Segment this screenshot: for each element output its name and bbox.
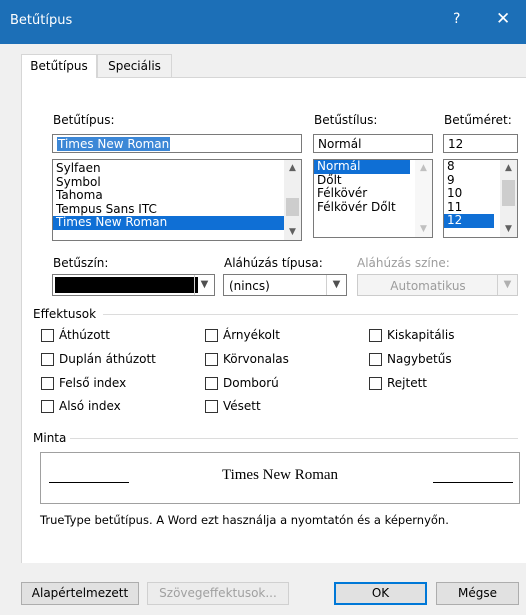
checkbox-label: Kiskapitális [387,328,455,342]
font-description: TrueType betűtípus. A Word ezt használja… [40,513,449,527]
chevron-down-icon[interactable]: ▼ [415,221,432,237]
font-scrollbar[interactable]: ▲ ▼ [284,160,301,240]
chevron-down-icon[interactable]: ▼ [326,275,346,295]
text-effects-button[interactable]: Szövegeffektusok... [147,582,289,605]
size-input-value: 12 [448,137,464,151]
checkbox-box[interactable] [41,377,54,390]
font-label: Betűtípus: [53,113,115,127]
underline-color-label: Aláhúzás színe: [357,256,450,270]
effects-group-title: Effektusok [33,307,97,321]
checkbox-label: Felső index [59,376,127,390]
list-item-selected[interactable]: 12 [444,214,494,228]
style-input[interactable]: Normál [313,134,433,153]
scroll-thumb[interactable] [502,180,515,206]
style-input-value: Normál [318,137,362,151]
list-item-selected[interactable]: Normál [314,160,410,174]
chevron-down-icon[interactable]: ▼ [284,224,301,240]
cancel-button[interactable]: Mégse [436,582,519,605]
checkbox-box[interactable] [41,353,54,366]
checkbox-label: Duplán áthúzott [59,352,156,366]
tab-font[interactable]: Betűtípus [21,54,97,78]
font-listbox[interactable]: Sylfaen Symbol Tahoma Tempus Sans ITC Ti… [52,159,302,241]
size-input[interactable]: 12 [443,134,518,153]
underline-style-label: Aláhúzás típusa: [224,256,323,270]
checkbox-box[interactable] [205,400,218,413]
size-label: Betűméret: [444,113,512,127]
underline-color-value: Automatikus [390,279,466,293]
style-listbox[interactable]: Normál Dőlt Félkövér Félkövér Dőlt ▲ ▼ [313,159,433,238]
chevron-down-icon[interactable]: ▼ [497,275,517,295]
font-input-value: Times New Roman [57,137,171,151]
preview-box: Times New Roman [40,452,520,504]
list-item[interactable]: Tahoma [53,189,301,203]
set-default-button[interactable]: Alapértelmezett [21,582,139,605]
chevron-up-icon[interactable]: ▲ [500,160,517,176]
checkbox-box[interactable] [205,329,218,342]
checkbox-box[interactable] [369,353,382,366]
font-color-swatch [55,277,198,293]
scroll-thumb[interactable] [286,198,299,216]
effects-divider [103,314,518,315]
checkbox-label: Körvonalas [223,352,289,366]
size-listbox[interactable]: 8 9 10 11 12 ▲ ▼ [443,159,518,238]
preview-group-title: Minta [33,431,67,445]
dialog-title: Betűtípus [10,13,73,28]
chevron-down-icon[interactable]: ▼ [194,275,214,295]
size-scrollbar[interactable]: ▲ ▼ [500,160,517,237]
checkbox-box[interactable] [41,329,54,342]
list-item[interactable]: Sylfaen [53,162,301,176]
help-button[interactable]: ? [453,11,460,27]
font-color-dropdown[interactable]: ▼ [52,274,215,296]
preview-baseline-right [433,482,513,483]
underline-style-value: (nincs) [229,279,270,293]
font-input[interactable]: Times New Roman [52,134,302,153]
dialog-footer: Alapértelmezett Szövegeffektusok... OK M… [0,563,526,615]
list-item-selected[interactable]: Times New Roman [53,216,284,230]
chevron-up-icon[interactable]: ▲ [415,160,432,176]
tab-advanced[interactable]: Speciális [97,54,172,77]
checkbox-label: Domború [223,376,279,390]
underline-color-dropdown[interactable]: Automatikus ▼ [357,274,518,296]
list-item[interactable]: Symbol [53,175,301,190]
style-label: Betűstílus: [314,113,378,127]
checkbox-box[interactable] [369,377,382,390]
checkbox-label: Alsó index [59,399,121,413]
chevron-up-icon[interactable]: ▲ [284,160,301,176]
style-scrollbar[interactable]: ▲ ▼ [415,160,432,237]
chevron-down-icon[interactable]: ▼ [500,221,517,237]
close-button[interactable]: ✕ [496,9,510,29]
checkbox-label: Vésett [223,399,261,413]
list-item[interactable]: Tempus Sans ITC [53,202,301,217]
ok-button[interactable]: OK [334,582,427,605]
checkbox-box[interactable] [205,377,218,390]
checkbox-box[interactable] [369,329,382,342]
checkbox-box[interactable] [205,353,218,366]
font-dialog: Betűtípus ? ✕ Betűtípus Speciális Betűtí… [0,0,526,615]
checkbox-label: Árnyékolt [223,328,280,342]
checkbox-box[interactable] [41,400,54,413]
font-color-label: Betűszín: [53,256,109,270]
checkbox-label: Nagybetűs [387,352,452,366]
checkbox-label: Rejtett [387,376,428,390]
underline-style-dropdown[interactable]: (nincs) ▼ [223,274,347,296]
title-bar: Betűtípus ? ✕ [0,0,526,44]
preview-divider [70,438,518,439]
checkbox-label: Áthúzott [59,328,110,342]
